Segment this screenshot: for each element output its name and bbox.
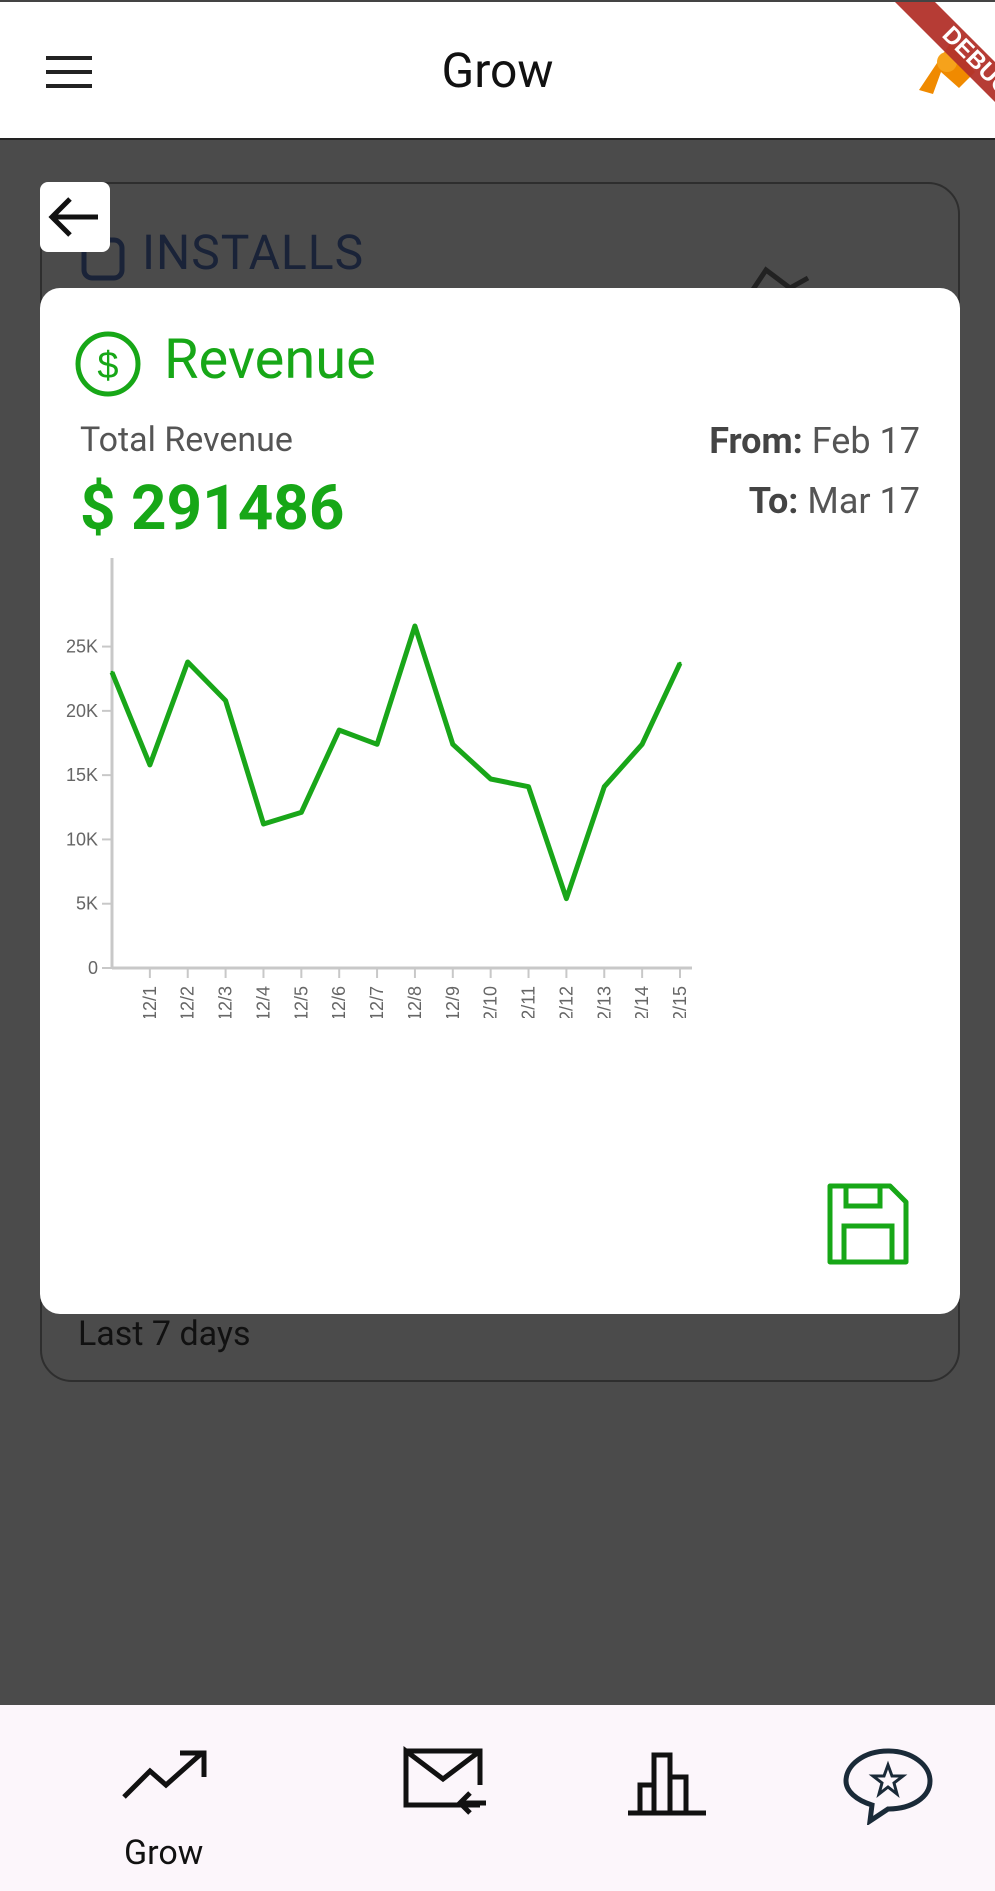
back-button[interactable] — [40, 182, 110, 252]
y-tick-label: 0 — [88, 958, 98, 978]
from-label: From: — [709, 420, 803, 462]
data-point — [451, 742, 455, 746]
y-tick-label: 25K — [66, 637, 98, 657]
dollar-circle-icon: $ — [74, 330, 142, 402]
arrow-left-icon — [48, 197, 98, 237]
data-point — [489, 777, 493, 781]
x-tick-label: 12/2 — [178, 986, 198, 1018]
nav-inbox-button[interactable] — [402, 1745, 488, 1819]
data-point — [224, 699, 228, 703]
nav-analytics-button[interactable] — [624, 1745, 710, 1821]
nav-reviews-button[interactable] — [840, 1745, 936, 1829]
x-tick-label: 12/12 — [556, 986, 576, 1018]
x-tick-label: 12/15 — [670, 986, 690, 1018]
x-tick-label: 12/1 — [140, 986, 160, 1018]
y-tick-label: 20K — [66, 701, 98, 721]
save-icon — [827, 1183, 909, 1265]
date-from: From: Feb 17 — [709, 420, 920, 462]
data-point — [148, 763, 152, 767]
from-value: Feb 17 — [811, 420, 920, 462]
dialog-title: Revenue — [164, 326, 376, 392]
x-tick-label: 12/3 — [216, 986, 236, 1018]
y-tick-label: 10K — [66, 829, 98, 849]
revenue-line-chart: 0 5K 10K 15K 20K 25K 12/1 12/2 12/3 12/4 12/5 12/6 1… — [66, 558, 692, 1018]
x-tick-label: 12/7 — [367, 986, 387, 1018]
revenue-series-line — [109, 623, 683, 902]
svg-text:$: $ — [97, 345, 118, 387]
debug-banner: DEBUG — [855, 2, 995, 142]
data-point — [375, 742, 379, 746]
y-tick-label: 5K — [76, 894, 98, 914]
date-to: To: Mar 17 — [749, 480, 920, 522]
data-point — [640, 742, 644, 746]
x-tick-label: 12/13 — [594, 986, 614, 1018]
data-point — [564, 897, 568, 901]
nav-grow-button[interactable] — [120, 1745, 212, 1809]
to-label: To: — [748, 480, 799, 522]
total-revenue-value: $ 291486 — [80, 472, 345, 545]
data-point — [678, 661, 682, 665]
trending-up-icon — [122, 1750, 207, 1799]
data-point — [261, 822, 265, 826]
data-point — [602, 785, 606, 789]
data-point — [337, 728, 341, 732]
total-revenue-label: Total Revenue — [80, 420, 293, 460]
installs-heading: INSTALLS — [142, 224, 365, 281]
to-value: Mar 17 — [807, 480, 920, 522]
bar-chart-icon — [628, 1752, 706, 1816]
data-point — [110, 670, 114, 674]
x-tick-label: 12/4 — [253, 986, 273, 1018]
x-tick-label: 12/6 — [329, 986, 349, 1018]
data-point — [413, 624, 417, 628]
app-title: Grow — [441, 42, 554, 99]
mail-inbox-icon — [403, 1745, 486, 1815]
y-tick-label: 15K — [66, 765, 98, 785]
bottom-nav: Grow — [0, 1705, 995, 1891]
app-bar: Grow DEBUG — [0, 0, 995, 140]
x-tick-label: 12/8 — [405, 986, 425, 1018]
data-point — [186, 660, 190, 664]
nav-grow-label: Grow — [124, 1833, 204, 1873]
chat-star-icon — [843, 1748, 933, 1827]
x-tick-label: 12/9 — [443, 986, 463, 1018]
save-button[interactable] — [824, 1180, 912, 1272]
data-point — [527, 785, 531, 789]
x-tick-label: 12/10 — [481, 986, 501, 1018]
x-tick-label: 12/5 — [291, 986, 311, 1018]
revenue-dialog: $ Revenue Total Revenue $ 291486 From: F… — [40, 288, 960, 1314]
installs-period-label: Last 7 days — [78, 1314, 251, 1354]
x-tick-label: 12/11 — [519, 986, 539, 1018]
x-tick-label: 12/14 — [632, 986, 652, 1018]
data-point — [299, 810, 303, 814]
